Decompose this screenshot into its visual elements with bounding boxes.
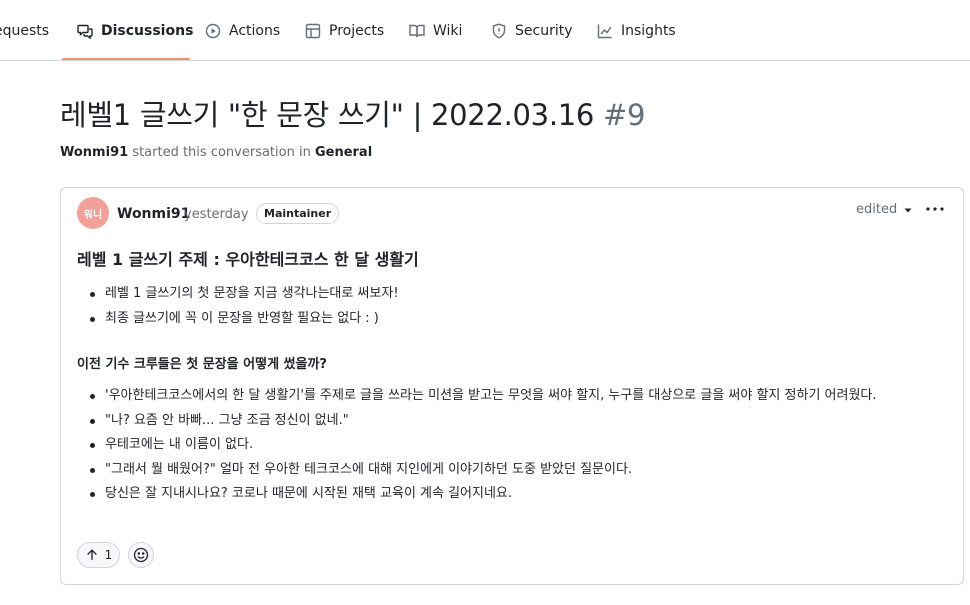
maintainer-badge: Maintainer (256, 203, 340, 224)
edited-label: edited (856, 202, 898, 217)
table-icon (305, 23, 321, 38)
nav-tab-actions[interactable]: Actions (205, 0, 280, 61)
author-link[interactable]: Wonmi91 (60, 145, 128, 160)
book-icon (409, 24, 425, 37)
nav-tab-projects[interactable]: Projects (305, 0, 384, 61)
page-title: 레벨1 글쓰기 "한 문장 쓰기" | 2022.03.16 #9 (60, 92, 645, 134)
discussion-number: #9 (602, 98, 646, 132)
discussion-meta: Wonmi91 started this conversation in Gen… (60, 145, 372, 160)
post-heading: 레벨 1 글쓰기 주제 : 우아한테크코스 한 달 생활기 (77, 250, 419, 269)
post-time[interactable]: yesterday (184, 207, 249, 222)
nav-tab-label: Wiki (433, 22, 463, 39)
list-item: "그래서 뭘 배웠어?" 얼마 전 우아한 테크코스에 대해 지인에게 이야기하… (77, 458, 957, 483)
shield-icon (492, 22, 506, 39)
nav-tab-label: Security (515, 22, 573, 39)
triangle-down-icon (904, 208, 912, 212)
post-author[interactable]: Wonmi91 (117, 206, 190, 222)
nav-tab-label: Projects (329, 22, 385, 39)
list-item: 우테코에는 내 이름이 없다. (77, 433, 957, 458)
nav-tab-security[interactable]: Security (491, 0, 573, 61)
upvote-button[interactable]: 1 (77, 542, 120, 568)
discussion-post: 워니 Wonmi91 yesterday Maintainer edited 레… (60, 187, 964, 585)
comment-discussion-icon (77, 24, 93, 39)
nav-tab-pull-requests[interactable]: equests (0, 0, 49, 61)
repo-nav: equests Discussions Actions Projects Wik… (0, 0, 970, 61)
post-subheading: 이전 기수 크루들은 첫 문장을 어떻게 썼을까? (77, 357, 327, 372)
nav-tab-insights[interactable]: Insights (597, 0, 676, 61)
upvote-count: 1 (104, 548, 113, 562)
list-item: 레벨 1 글쓰기의 첫 문장을 지금 생각나는대로 써보자! (77, 282, 937, 307)
arrow-up-icon (86, 549, 97, 560)
nav-tab-wiki[interactable]: Wiki (409, 0, 462, 61)
nav-tab-label: Actions (229, 22, 281, 39)
nav-tab-label: Insights (621, 22, 676, 39)
category-link[interactable]: General (315, 145, 372, 160)
edited-dropdown[interactable]: edited (856, 202, 913, 217)
nav-tab-label: Discussions (101, 22, 194, 39)
play-icon (205, 23, 221, 38)
post-list-2: '우아한테크코스에서의 한 달 생활기'를 주제로 글을 쓰라는 미션을 받고는… (77, 384, 957, 507)
list-item: '우아한테크코스에서의 한 달 생활기'를 주제로 글을 쓰라는 미션을 받고는… (77, 384, 957, 409)
more-options-button[interactable] (925, 199, 945, 219)
list-item: "나? 요즘 안 바빠... 그냥 조금 정신이 없네." (77, 409, 957, 434)
smiley-icon (133, 547, 149, 563)
nav-tab-discussions[interactable]: Discussions (77, 0, 193, 61)
avatar[interactable]: 워니 (77, 197, 109, 229)
post-list-1: 레벨 1 글쓰기의 첫 문장을 지금 생각나는대로 써보자! 최종 글쓰기에 꼭… (77, 282, 937, 331)
add-reaction-button[interactable] (128, 542, 154, 568)
list-item: 최종 글쓰기에 꼭 이 문장을 반영할 필요는 없다 : ) (77, 307, 937, 332)
active-tab-underline (62, 58, 190, 60)
list-item: 당신은 잘 지내시나요? 코로나 때문에 시작된 재택 교육이 계속 길어지네요… (77, 482, 957, 507)
graph-icon (597, 24, 612, 38)
kebab-horizontal-icon (926, 207, 944, 211)
started-text: started this conversation in (132, 145, 311, 160)
nav-tab-label: equests (0, 22, 50, 39)
discussion-title: 레벨1 글쓰기 "한 문장 쓰기" | 2022.03.16 (60, 98, 595, 132)
